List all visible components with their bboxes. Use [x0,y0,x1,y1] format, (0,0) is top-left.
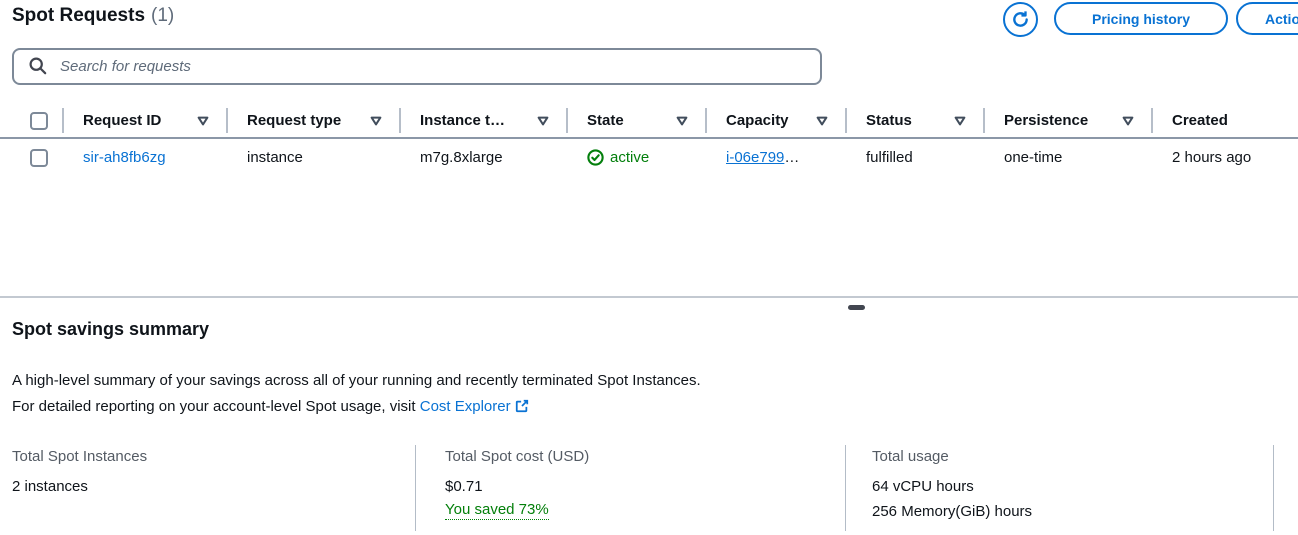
status-cell: fulfilled [846,138,984,176]
stat-value: $0.71 [445,474,589,499]
panel-resize-handle[interactable] [848,305,865,310]
search-icon [28,56,48,76]
request-id-cell: sir-ah8fb6zg [63,138,227,176]
stat-total-usage: Total usage 64 vCPU hours 256 Memory(GiB… [872,448,1032,524]
column-label: Request type [247,112,341,129]
created-cell: 2 hours ago [1152,138,1298,176]
column-label: Status [866,112,912,129]
sort-arrow-icon[interactable] [816,116,828,126]
row-checkbox[interactable] [30,149,48,167]
pricing-history-label: Pricing history [1092,11,1190,27]
savings-description-line2-text: For detailed reporting on your account-l… [12,398,420,415]
column-header-state[interactable]: State [567,104,706,138]
refresh-button[interactable] [1003,2,1038,37]
savings-description-line2: For detailed reporting on your account-l… [12,394,701,422]
pricing-history-button[interactable]: Pricing history [1054,2,1228,35]
stat-value: 64 vCPU hours [872,474,1032,499]
savings-stats: Total Spot Instances 2 instances Total S… [0,443,1298,533]
request-count: (1) [151,5,174,26]
requests-table: Request ID Request type [0,104,1298,176]
spot-requests-page: Spot Requests (1) Pricing history Actions [0,0,1298,535]
column-label: Created [1172,112,1228,129]
column-header-created[interactable]: Created [1152,104,1298,138]
refresh-icon [1011,10,1030,29]
actions-label: Actions [1265,11,1298,27]
select-all-checkbox[interactable] [30,112,48,130]
column-header-status[interactable]: Status [846,104,984,138]
stat-divider [845,445,846,531]
table-row: sir-ah8fb6zg instance m7g.8xlarge active [0,138,1298,176]
capacity-instance-link[interactable]: i-06e799 [726,149,784,166]
stat-value: 256 Memory(GiB) hours [872,499,1032,524]
sort-arrow-icon[interactable] [954,116,966,126]
stat-total-spot-cost: Total Spot cost (USD) $0.71 You saved 73… [445,448,589,520]
sort-arrow-icon[interactable] [537,116,549,126]
actions-button[interactable]: Actions [1236,2,1298,35]
stat-divider [1273,445,1274,531]
panel-divider [0,296,1298,298]
column-header-persistence[interactable]: Persistence [984,104,1152,138]
row-select-cell [0,138,63,176]
column-label: Capacity [726,112,789,129]
cost-explorer-link[interactable]: Cost Explorer [420,398,511,415]
sort-arrow-icon[interactable] [676,116,688,126]
savings-description-line1: A high-level summary of your savings acr… [12,368,701,394]
column-header-request-type[interactable]: Request type [227,104,400,138]
instance-type-cell: m7g.8xlarge [400,138,567,176]
external-link-icon [515,396,529,422]
page-title: Spot Requests (1) [12,5,174,27]
column-header-instance-type[interactable]: Instance t… [400,104,567,138]
sort-arrow-icon[interactable] [197,116,209,126]
request-type-cell: instance [227,138,400,176]
search-container [12,48,822,85]
column-header-request-id[interactable]: Request ID [63,104,227,138]
request-id-link[interactable]: sir-ah8fb6zg [83,149,166,166]
you-saved-link[interactable]: You saved 73% [445,501,549,520]
column-label: Persistence [1004,112,1088,129]
stat-total-spot-instances: Total Spot Instances 2 instances [12,448,147,499]
column-label: Instance t… [420,112,505,129]
stat-label: Total Spot cost (USD) [445,448,589,465]
stat-label: Total usage [872,448,1032,465]
stat-value: 2 instances [12,474,147,499]
column-label: Request ID [83,112,161,129]
persistence-cell: one-time [984,138,1152,176]
active-status-icon [587,149,604,166]
search-input[interactable] [12,48,822,85]
table-header-row: Request ID Request type [0,104,1298,138]
capacity-cell: i-06e799… [706,138,846,176]
savings-summary-title: Spot savings summary [12,319,209,340]
sort-arrow-icon[interactable] [1122,116,1134,126]
capacity-truncation: … [784,149,799,166]
state-cell: active [567,138,706,176]
column-header-capacity[interactable]: Capacity [706,104,846,138]
stat-divider [415,445,416,531]
stat-label: Total Spot Instances [12,448,147,465]
select-all-cell [0,104,63,138]
column-label: State [587,112,624,129]
savings-description: A high-level summary of your savings acr… [12,368,701,422]
state-label: active [610,149,649,166]
page-title-text: Spot Requests [12,5,145,26]
sort-arrow-icon[interactable] [370,116,382,126]
